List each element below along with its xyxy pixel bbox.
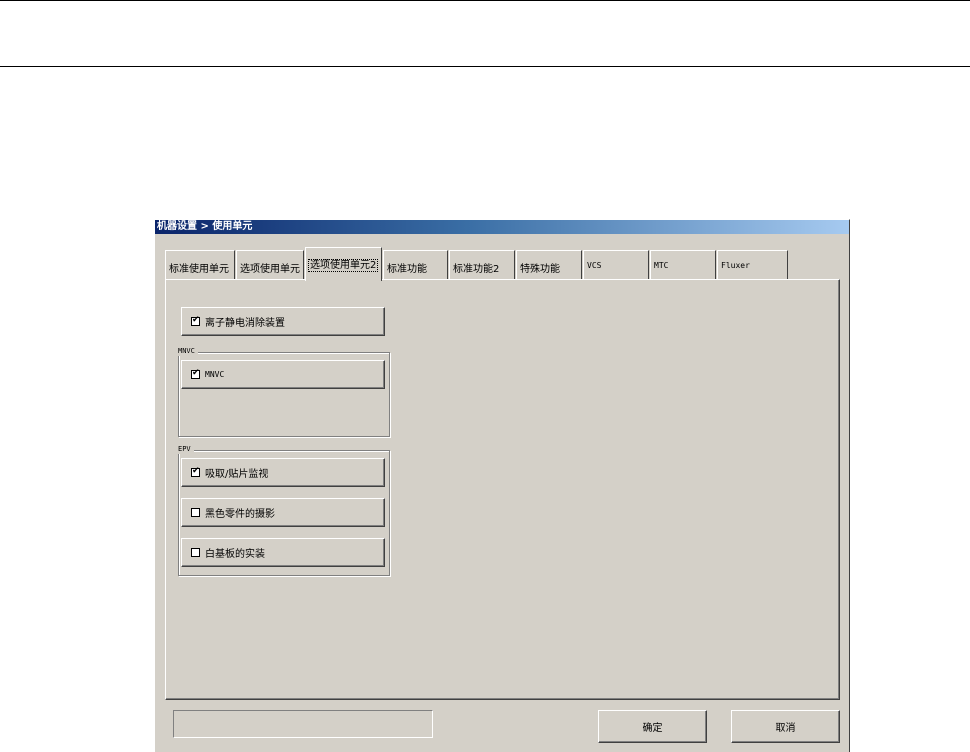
white-board-mounting-label: 白基板的实装 <box>205 549 265 560</box>
ok-button[interactable]: 确定 <box>598 710 707 743</box>
tab-mtc[interactable]: MTC <box>650 250 716 279</box>
top-rule <box>0 0 970 1</box>
white-board-mounting-checkbox[interactable] <box>191 548 200 557</box>
mnvc-checkbox[interactable]: ✔ <box>191 368 200 379</box>
status-field <box>173 710 433 738</box>
epv-group: EPV ✔ 吸取/贴片监视 黑色零件的摄影 白基板的实装 <box>178 445 390 576</box>
check-mark-icon: ✔ <box>192 368 200 378</box>
cancel-button[interactable]: 取消 <box>731 710 840 743</box>
mnvc-option[interactable]: ✔ MNVC <box>181 360 385 389</box>
tab-panel: ✔ 离子静电消除装置 MNVC ✔ MNVC EPV ✔ 吸取/贴片监视 黑色零… <box>165 279 840 700</box>
machine-settings-dialog: 机器设置 > 使用单元 标准使用单元 选项使用单元 选项使用单元2 标准功能 标… <box>154 219 850 752</box>
dialog-title: 机器设置 > 使用单元 <box>155 220 849 234</box>
tab-standard-functions[interactable]: 标准功能 <box>383 250 448 279</box>
black-part-imaging-checkbox[interactable] <box>191 508 200 517</box>
header-rule <box>0 66 970 67</box>
black-part-imaging-option[interactable]: 黑色零件的摄影 <box>181 498 385 527</box>
white-board-mounting-option[interactable]: 白基板的实装 <box>181 538 385 567</box>
check-mark-icon: ✔ <box>192 315 200 325</box>
black-part-imaging-label: 黑色零件的摄影 <box>205 509 275 520</box>
ionizer-option[interactable]: ✔ 离子静电消除装置 <box>181 307 385 336</box>
tab-standard-units[interactable]: 标准使用单元 <box>165 250 235 279</box>
mnvc-label: MNVC <box>205 370 225 379</box>
tab-option-units-2[interactable]: 选项使用单元2 <box>305 247 382 281</box>
pick-place-monitor-option[interactable]: ✔ 吸取/贴片监视 <box>181 458 385 487</box>
epv-group-title: EPV <box>178 445 194 454</box>
tab-vcs[interactable]: VCS <box>583 250 649 279</box>
ionizer-checkbox[interactable]: ✔ <box>191 315 200 326</box>
tab-fluxer[interactable]: Fluxer <box>717 250 788 279</box>
mnvc-group: MNVC ✔ MNVC <box>178 347 390 437</box>
check-mark-icon: ✔ <box>192 466 200 476</box>
tab-strip: 标准使用单元 选项使用单元 选项使用单元2 标准功能 标准功能2 特殊功能 VC… <box>165 247 845 281</box>
tab-option-units[interactable]: 选项使用单元 <box>236 250 304 279</box>
tab-special-functions[interactable]: 特殊功能 <box>516 250 582 279</box>
mnvc-group-title: MNVC <box>178 347 198 356</box>
pick-place-monitor-label: 吸取/贴片监视 <box>205 469 269 480</box>
tab-standard-functions-2[interactable]: 标准功能2 <box>449 250 515 279</box>
ionizer-label: 离子静电消除装置 <box>205 318 285 329</box>
pick-place-monitor-checkbox[interactable]: ✔ <box>191 466 200 477</box>
